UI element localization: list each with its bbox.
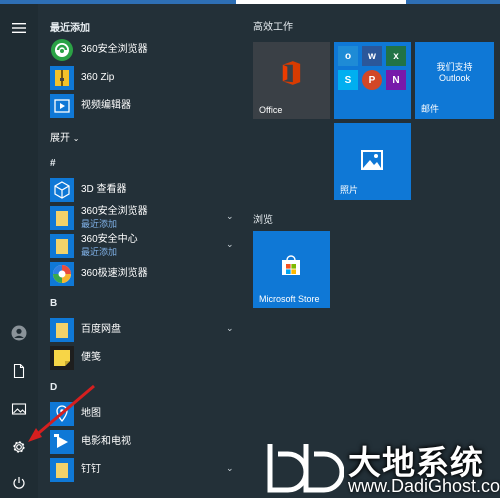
app-360-browser-recent[interactable]: 360安全浏览器 bbox=[50, 38, 240, 62]
folder-360-security[interactable]: 360安全中心 最近添加 ⌄ bbox=[50, 234, 240, 258]
app-label: 地图 bbox=[81, 408, 101, 419]
folder-baidu-netdisk[interactable]: 百度网盘 ⌄ bbox=[50, 318, 240, 342]
tile-office[interactable]: Office bbox=[253, 42, 330, 119]
recently-added-tag: 最近添加 bbox=[81, 247, 118, 257]
recently-added-tag: 最近添加 bbox=[81, 219, 118, 229]
app-360-zip[interactable]: 360 Zip bbox=[50, 66, 240, 90]
start-left-rail bbox=[0, 4, 38, 498]
onenote-mini-icon: N bbox=[386, 70, 406, 90]
watermark-url: www.DadiGhost.com bbox=[348, 476, 500, 496]
app-label: 钉钉 bbox=[81, 464, 101, 475]
tile-mail[interactable]: 我们支持 Outlook 邮件 bbox=[415, 42, 494, 119]
map-pin-icon bbox=[50, 402, 74, 426]
folder-icon bbox=[50, 318, 74, 342]
tile-group-productive: 高效工作 bbox=[253, 22, 293, 33]
expand-label: 展开 bbox=[50, 133, 70, 144]
section-recently-added: 最近添加 bbox=[50, 23, 90, 34]
expand-button[interactable]: 展开 ⌄ bbox=[50, 129, 79, 144]
folder-icon bbox=[50, 458, 74, 482]
excel-mini-icon: x bbox=[386, 46, 406, 66]
chevron-down-icon[interactable]: ⌄ bbox=[226, 463, 234, 474]
power-button[interactable] bbox=[4, 469, 34, 497]
photo-icon bbox=[360, 149, 384, 176]
settings-button[interactable] bbox=[4, 433, 34, 461]
tile-group-browse: 浏览 bbox=[253, 215, 273, 226]
app-label: 百度网盘 bbox=[81, 324, 121, 335]
document-icon bbox=[13, 363, 25, 379]
folder-dingding[interactable]: 钉钉 ⌄ bbox=[50, 458, 240, 482]
app-label: 360安全中心 bbox=[81, 234, 138, 245]
hamburger-icon bbox=[12, 23, 26, 33]
office-logo-icon bbox=[280, 60, 302, 91]
app-label: 便笺 bbox=[81, 352, 101, 363]
chevron-down-icon[interactable]: ⌄ bbox=[226, 239, 234, 250]
film-icon bbox=[50, 94, 74, 118]
sticky-note-icon bbox=[50, 346, 74, 370]
watermark-logo-icon bbox=[267, 444, 344, 493]
app-label: 电影和电视 bbox=[81, 436, 131, 447]
word-mini-icon: w bbox=[362, 46, 382, 66]
app-maps[interactable]: 地图 bbox=[50, 402, 240, 426]
watermark: 大地系统 www.DadiGhost.com bbox=[262, 434, 500, 498]
tile-photos[interactable]: 照片 bbox=[334, 123, 411, 200]
store-bag-icon bbox=[279, 253, 303, 282]
picture-icon bbox=[11, 403, 27, 415]
section-hash: # bbox=[50, 158, 56, 169]
app-video-editor[interactable]: 视频编辑器 bbox=[50, 94, 240, 118]
chevron-down-icon[interactable]: ⌄ bbox=[226, 211, 234, 222]
tile-label: 邮件 bbox=[421, 104, 440, 114]
power-icon bbox=[13, 477, 25, 489]
app-label: 360极速浏览器 bbox=[81, 268, 148, 279]
zip-archive-icon bbox=[50, 66, 74, 90]
app-label: 360 Zip bbox=[81, 72, 115, 83]
app-label: 360安全浏览器 bbox=[81, 44, 148, 55]
app-label: 视频编辑器 bbox=[81, 100, 131, 111]
app-360-speed-browser[interactable]: 360极速浏览器 bbox=[50, 262, 240, 286]
gear-icon bbox=[13, 441, 25, 453]
hamburger-menu-button[interactable] bbox=[4, 14, 34, 42]
movie-play-icon bbox=[50, 430, 74, 454]
360-browser-icon bbox=[50, 38, 74, 62]
360-speed-browser-icon bbox=[50, 262, 74, 286]
tile-label: Office bbox=[259, 105, 283, 115]
tile-office-apps-folder[interactable]: o w x S P N bbox=[334, 42, 411, 119]
skype-mini-icon: S bbox=[338, 70, 358, 90]
section-d: D bbox=[50, 382, 58, 393]
app-sticky-notes[interactable]: 便笺 bbox=[50, 346, 240, 370]
chevron-down-icon: ⌄ bbox=[72, 134, 80, 143]
mail-promo-title: 我们支持 bbox=[436, 62, 473, 72]
pictures-button[interactable] bbox=[4, 395, 34, 423]
app-label: 3D 查看器 bbox=[81, 184, 127, 195]
chevron-down-icon[interactable]: ⌄ bbox=[226, 323, 234, 334]
tile-label: 照片 bbox=[340, 185, 359, 195]
tile-microsoft-store[interactable]: Microsoft Store bbox=[253, 231, 330, 308]
account-button[interactable] bbox=[4, 319, 34, 347]
app-3d-viewer[interactable]: 3D 查看器 bbox=[50, 178, 240, 202]
mail-promo-subtitle: Outlook bbox=[438, 73, 471, 83]
outlook-mini-icon: o bbox=[338, 46, 358, 66]
powerpoint-mini-icon: P bbox=[362, 70, 382, 90]
section-b: B bbox=[50, 298, 58, 309]
app-movies-tv[interactable]: 电影和电视 bbox=[50, 430, 240, 454]
documents-button[interactable] bbox=[4, 357, 34, 385]
folder-icon bbox=[50, 206, 74, 230]
folder-360-browser[interactable]: 360安全浏览器 最近添加 ⌄ bbox=[50, 206, 240, 230]
cube-icon bbox=[50, 178, 74, 202]
window-top-highlight bbox=[236, 0, 406, 4]
app-label: 360安全浏览器 bbox=[81, 206, 148, 217]
tile-label: Microsoft Store bbox=[259, 294, 320, 304]
folder-icon bbox=[50, 234, 74, 258]
user-avatar-icon bbox=[11, 325, 27, 341]
